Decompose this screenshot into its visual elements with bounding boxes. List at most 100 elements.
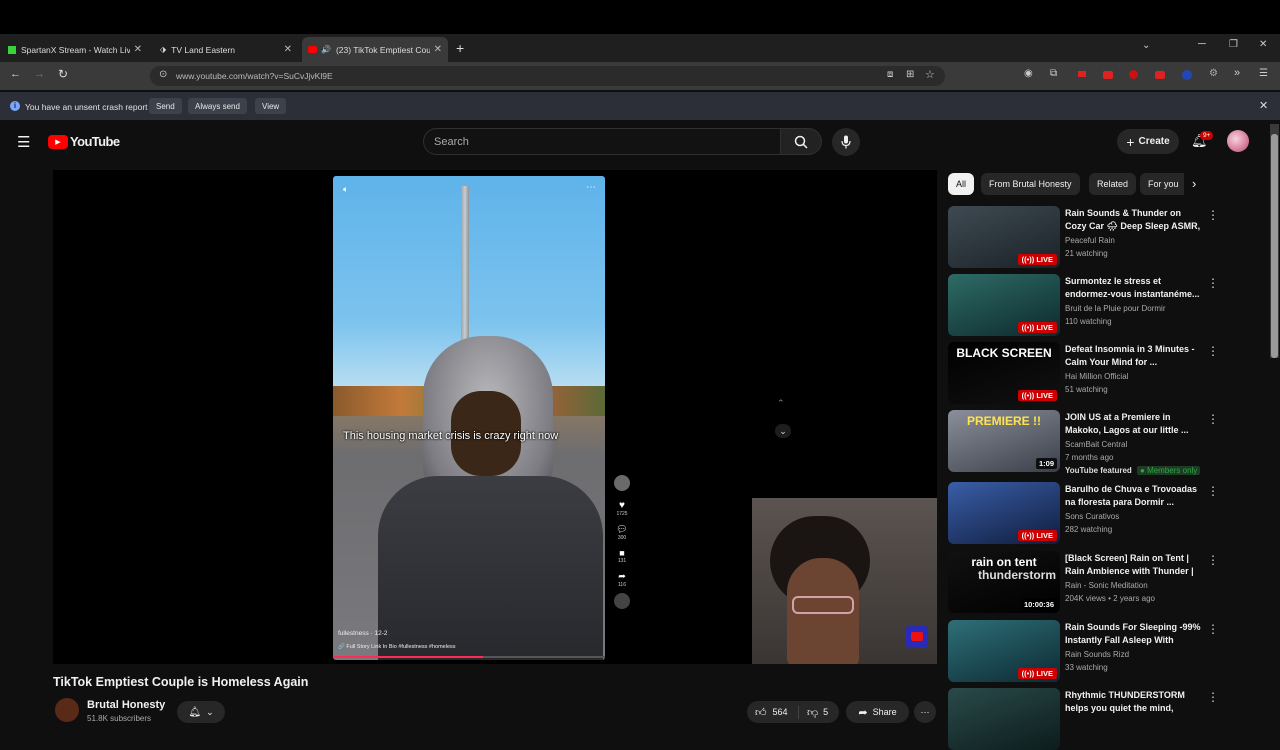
like-button[interactable]: 👍︎ 564: [747, 705, 799, 719]
scrollbar-thumb[interactable]: [1271, 134, 1278, 358]
recommendation-thumbnail[interactable]: ((•)) LIVE: [948, 206, 1060, 268]
close-tab-icon[interactable]: ✕: [134, 44, 142, 55]
minimize-icon[interactable]: ─: [1198, 38, 1206, 50]
share-arrow-icon[interactable]: ➦: [612, 571, 632, 582]
create-button[interactable]: + Create: [1117, 129, 1179, 154]
voice-search-button[interactable]: [832, 128, 860, 156]
extension-icon[interactable]: [1078, 71, 1086, 77]
channel-name[interactable]: Brutal Honesty: [87, 699, 165, 711]
account-avatar[interactable]: [1227, 130, 1249, 152]
install-icon[interactable]: ⊞: [906, 69, 914, 80]
heart-icon[interactable]: ♥: [612, 500, 632, 511]
recommendation-item[interactable]: ((•)) LIVE Surmontez le stress et endorme…: [948, 274, 1219, 336]
close-infobar-icon[interactable]: ✕: [1259, 99, 1268, 112]
bookmark-icon[interactable]: ■: [612, 548, 632, 558]
chevron-up-icon[interactable]: ⌃: [777, 398, 785, 409]
recommendation-thumbnail[interactable]: ((•)) LIVE: [948, 482, 1060, 544]
tiktok-more-icon[interactable]: ⋯: [586, 182, 596, 193]
extension-icon[interactable]: [1129, 70, 1138, 79]
send-button[interactable]: Send: [149, 98, 182, 114]
tab-spartanx[interactable]: SpartanX Stream - Watch Live c ✕: [2, 37, 148, 62]
site-info-icon[interactable]: ⊙: [159, 69, 167, 80]
speaker-icon[interactable]: 🔊: [321, 45, 331, 54]
more-options-icon[interactable]: ⋮: [1207, 485, 1219, 497]
recommendation-channel[interactable]: Hai Million Official: [1065, 372, 1128, 381]
chip-all[interactable]: All: [948, 173, 975, 195]
more-extensions-icon[interactable]: »: [1234, 67, 1240, 79]
chevron-right-icon[interactable]: ›: [1192, 176, 1196, 191]
more-options-icon[interactable]: ⋮: [1207, 277, 1219, 289]
recommendation-thumbnail[interactable]: [948, 688, 1060, 750]
close-tab-icon[interactable]: ✕: [284, 44, 292, 55]
recommendation-title[interactable]: JOIN US at a Premiere in Makoko, Lagos a…: [1065, 411, 1203, 437]
recommendation-channel[interactable]: Bruit de la Pluie pour Dormir: [1065, 304, 1165, 313]
extension-icon[interactable]: [1182, 70, 1192, 80]
tab-youtube[interactable]: 🔊 (23) TikTok Emptiest Couple ✕: [302, 37, 448, 62]
tab-tvland[interactable]: ⬗ TV Land Eastern ✕: [154, 37, 298, 62]
view-button[interactable]: View: [255, 98, 287, 114]
bookmark-star-icon[interactable]: ☆: [925, 68, 935, 81]
new-tab-button[interactable]: +: [456, 40, 464, 56]
recommendation-thumbnail[interactable]: rain on tent thunderstorm 10:00:36: [948, 551, 1060, 613]
search-button[interactable]: [781, 128, 822, 155]
recommendation-channel[interactable]: Rain - Sonic Meditation: [1065, 581, 1148, 590]
crash-report-infobar: i You have an unsent crash report Send A…: [0, 92, 1280, 120]
open-in-app-icon[interactable]: ⧈: [887, 69, 893, 80]
more-options-icon[interactable]: ⋮: [1207, 623, 1219, 635]
back-icon[interactable]: ←: [10, 68, 21, 80]
account-icon[interactable]: ◉: [1024, 68, 1033, 79]
recommendation-title[interactable]: Defeat Insomnia in 3 Minutes - Calm Your…: [1065, 343, 1203, 369]
comment-icon[interactable]: 💬︎: [612, 524, 632, 535]
close-tab-icon[interactable]: ✕: [434, 44, 442, 55]
forward-icon[interactable]: →: [34, 68, 45, 80]
chip-for-you[interactable]: For you: [1140, 173, 1184, 195]
recommendation-thumbnail[interactable]: PREMIERE !! 1:09: [948, 410, 1060, 472]
chevron-down-icon[interactable]: ⌄: [775, 424, 791, 438]
recommendation-item[interactable]: ((•)) LIVE Rain Sounds For Sleeping -99% …: [948, 620, 1219, 682]
recommendation-title[interactable]: Rain Sounds & Thunder on Cozy Car 🌧 Deep…: [1065, 207, 1203, 234]
close-window-icon[interactable]: ✕: [1259, 39, 1267, 50]
recommendation-title[interactable]: [Black Screen] Rain on Tent | Rain Ambie…: [1065, 552, 1203, 579]
chip-related[interactable]: Related: [1089, 173, 1137, 195]
more-options-icon[interactable]: ⋮: [1207, 554, 1219, 566]
channel-avatar[interactable]: [55, 698, 79, 722]
extension-icon[interactable]: [1155, 71, 1165, 79]
url-field[interactable]: ⊙ www.youtube.com/watch?v=SuCvJjvKl9E ⧈ …: [150, 66, 945, 86]
more-options-icon[interactable]: ⋮: [1207, 345, 1219, 357]
extensions-icon[interactable]: ⧉: [1050, 68, 1057, 79]
more-options-icon[interactable]: ⋮: [1207, 209, 1219, 221]
recommendation-channel[interactable]: Rain Sounds Rizd: [1065, 650, 1129, 659]
always-send-button[interactable]: Always send: [188, 98, 247, 114]
search-input[interactable]: Search: [423, 128, 781, 155]
more-options-icon[interactable]: ⋮: [1207, 691, 1219, 703]
recommendation-title[interactable]: Barulho de Chuva e Trovoadas na floresta…: [1065, 483, 1203, 509]
extension-icon[interactable]: [1103, 71, 1113, 79]
extension-icon[interactable]: ⚙: [1209, 68, 1218, 79]
recommendation-item[interactable]: PREMIERE !! 1:09 JOIN US at a Premiere in …: [948, 410, 1219, 475]
recommendation-item[interactable]: Rhythmic THUNDERSTORM helps you quiet th…: [948, 688, 1219, 750]
recommendation-title[interactable]: Rhythmic THUNDERSTORM helps you quiet th…: [1065, 689, 1203, 716]
tab-search-icon[interactable]: ⌄: [1142, 40, 1150, 51]
recommendation-thumbnail[interactable]: ((•)) LIVE: [948, 620, 1060, 682]
recommendation-thumbnail[interactable]: BLACK SCREEN ((•)) LIVE: [948, 342, 1060, 404]
recommendation-channel[interactable]: Peaceful Rain: [1065, 236, 1115, 245]
recommendation-channel[interactable]: ScamBait Central: [1065, 440, 1127, 449]
creator-avatar[interactable]: [614, 475, 630, 491]
volume-icon[interactable]: 🔈︎: [343, 184, 348, 195]
profile-menu-icon[interactable]: ☰: [1259, 68, 1268, 79]
recommendation-item[interactable]: rain on tent thunderstorm 10:00:36 [Black S…: [948, 551, 1219, 613]
recommendation-item[interactable]: ((•)) LIVE Barulho de Chuva e Trovoadas n…: [948, 482, 1219, 544]
dislike-button[interactable]: 👎︎ 5: [799, 706, 828, 719]
recommendation-title[interactable]: Surmontez le stress et endormez-vous ins…: [1065, 275, 1203, 301]
reload-icon[interactable]: ↻: [58, 67, 68, 81]
maximize-icon[interactable]: ❐: [1229, 39, 1238, 50]
recommendation-item[interactable]: ((•)) LIVE Rain Sounds & Thunder on Cozy …: [948, 206, 1219, 268]
chip-from-channel[interactable]: From Brutal Honesty: [981, 173, 1080, 195]
youtube-logo[interactable]: ▶ YouTube: [48, 134, 120, 149]
recommendation-title[interactable]: Rain Sounds For Sleeping -99% Instantly …: [1065, 621, 1203, 648]
hamburger-menu-icon[interactable]: ☰: [17, 133, 30, 151]
recommendation-channel[interactable]: Sons Curativos: [1065, 512, 1119, 521]
recommendation-thumbnail[interactable]: ((•)) LIVE: [948, 274, 1060, 336]
recommendation-item[interactable]: BLACK SCREEN ((•)) LIVE Defeat Insomnia in…: [948, 342, 1219, 404]
more-options-icon[interactable]: ⋮: [1207, 413, 1219, 425]
